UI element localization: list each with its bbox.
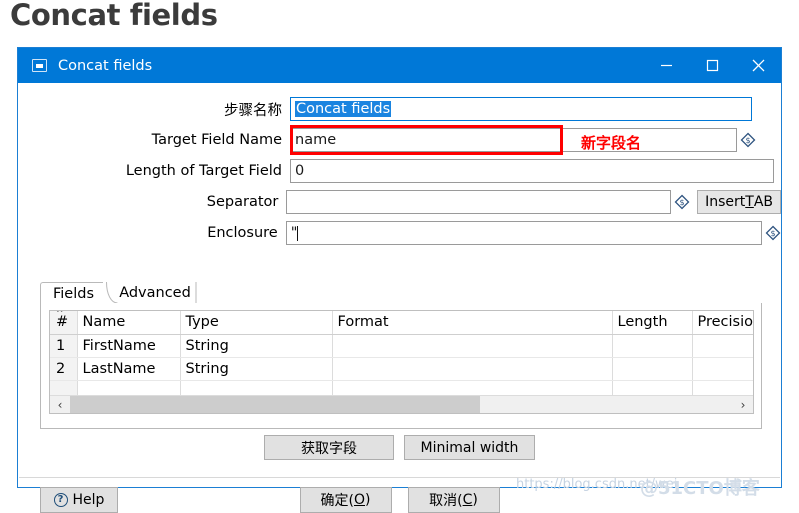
column-header-name[interactable]: Name: [77, 311, 181, 335]
cell-precision[interactable]: [692, 357, 753, 381]
text-caret: [297, 225, 299, 241]
scrollbar-track[interactable]: [70, 396, 733, 413]
close-icon: [752, 59, 764, 72]
cell-format[interactable]: [332, 334, 613, 358]
column-header-index[interactable]: ^ #: [50, 311, 78, 335]
dialog-titlebar: Concat fields: [18, 48, 781, 83]
tab-advanced-label: Advanced: [119, 285, 191, 301]
cancel-mnemonic: C: [462, 492, 473, 508]
separator-input[interactable]: [286, 190, 672, 214]
ok-mnemonic: O: [353, 492, 366, 508]
scroll-left-icon[interactable]: ‹: [50, 396, 70, 413]
concat-fields-dialog: Concat fields 步骤名称 Concat fields Target …: [17, 47, 782, 513]
tab-fields-label: Fields: [52, 285, 95, 302]
cell-length[interactable]: [612, 357, 693, 381]
dialog-title: Concat fields: [58, 57, 153, 74]
tab-fields[interactable]: Fields: [40, 282, 106, 304]
svg-text:$: $: [680, 198, 685, 207]
tab-panel-fields: ^# Name Type Format Length Precision 1: [40, 303, 762, 429]
fields-table-element: ^# Name Type Format Length Precision 1: [50, 311, 753, 404]
minimize-icon: [660, 64, 672, 67]
insert-tab-mnemonic: T: [745, 194, 754, 210]
annotation-label: 新字段名: [581, 134, 642, 152]
cancel-label-pre: 取消(: [429, 493, 463, 509]
tab-folder: Fields Advanced ^ # Name Type Format Len…: [40, 282, 762, 429]
table-action-buttons: 获取字段 Minimal width: [18, 435, 781, 460]
footer-divider: [19, 477, 780, 478]
ok-label-pre: 确定(: [320, 493, 354, 509]
form-row-separator: Separator $ Insert T AB: [18, 189, 781, 215]
dialog-body: 步骤名称 Concat fields Target Field Name nam…: [18, 83, 781, 513]
variable-icon[interactable]: $: [674, 194, 690, 210]
variable-icon[interactable]: $: [765, 225, 781, 241]
column-header-length[interactable]: Length: [612, 311, 693, 335]
insert-tab-label-pre: Insert: [705, 194, 746, 210]
step-name-input[interactable]: Concat fields: [290, 97, 752, 121]
cancel-button[interactable]: 取消(C): [407, 487, 500, 513]
sort-caret-icon: ^: [56, 311, 64, 319]
target-field-name-value: name: [295, 132, 337, 148]
enclosure-label: Enclosure: [207, 225, 278, 241]
insert-tab-button[interactable]: Insert T AB: [697, 190, 781, 214]
maximize-button[interactable]: [689, 48, 735, 83]
enclosure-value: ": [290, 225, 298, 241]
minimize-button[interactable]: [643, 48, 689, 83]
ok-button[interactable]: 确定(O): [299, 487, 392, 513]
variable-icon[interactable]: $: [740, 132, 756, 148]
horizontal-scrollbar[interactable]: ‹ ›: [50, 395, 753, 413]
ok-label-post: ): [365, 492, 371, 508]
cancel-label-post: ): [472, 492, 478, 508]
column-header-format[interactable]: Format: [332, 311, 613, 335]
maximize-icon: [706, 59, 718, 72]
target-field-name-input[interactable]: name: [290, 128, 737, 152]
step-name-label: 步骤名称: [224, 102, 282, 119]
get-fields-button[interactable]: 获取字段: [264, 435, 394, 460]
fields-table[interactable]: ^# Name Type Format Length Precision 1: [49, 310, 754, 414]
form-row-step-name: 步骤名称 Concat fields: [18, 96, 781, 122]
tab-curve-left: [102, 282, 118, 304]
tab-advanced[interactable]: Advanced: [112, 282, 198, 304]
cell-index: 2: [50, 357, 78, 381]
scrollbar-thumb[interactable]: [70, 396, 480, 413]
tab-strip: Fields Advanced: [40, 282, 762, 304]
enclosure-input[interactable]: ": [285, 221, 762, 245]
step-name-value: Concat fields: [295, 101, 392, 117]
close-button[interactable]: [735, 48, 781, 83]
window-restore-icon: [32, 59, 47, 72]
window-controls: [643, 48, 781, 83]
tab-curve-right: [195, 282, 209, 304]
separator-label: Separator: [206, 194, 279, 210]
cell-name[interactable]: FirstName: [77, 334, 181, 358]
cell-type[interactable]: String: [180, 357, 333, 381]
cell-index: 1: [50, 334, 78, 358]
cell-format[interactable]: [332, 357, 613, 381]
length-of-target-field-input[interactable]: 0: [290, 159, 774, 183]
cell-length[interactable]: [612, 334, 693, 358]
column-header-type[interactable]: Type: [180, 311, 333, 335]
target-field-name-label: Target Field Name: [151, 132, 282, 148]
length-of-target-field-value: 0: [295, 163, 305, 179]
column-header-precision[interactable]: Precision: [692, 311, 753, 335]
scroll-right-icon[interactable]: ›: [733, 396, 753, 413]
dialog-action-buttons: 确定(O) 取消(C): [18, 487, 781, 513]
table-row[interactable]: 1 FirstName String: [50, 334, 753, 358]
cell-precision[interactable]: [692, 334, 753, 358]
table-header-row: ^# Name Type Format Length Precision: [50, 311, 753, 335]
insert-tab-label-post: AB: [753, 194, 774, 210]
form-row-enclosure: Enclosure " $: [18, 220, 781, 246]
cell-name[interactable]: LastName: [77, 357, 181, 381]
svg-text:$: $: [745, 136, 750, 145]
page-title: Concat fields: [10, 0, 218, 32]
svg-text:$: $: [770, 229, 775, 238]
form-row-length-of-target-field: Length of Target Field 0: [18, 158, 781, 184]
cell-type[interactable]: String: [180, 334, 333, 358]
minimal-width-button[interactable]: Minimal width: [404, 435, 535, 460]
length-of-target-field-label: Length of Target Field: [125, 163, 282, 179]
form-row-target-field-name: Target Field Name name $: [18, 127, 781, 153]
table-row[interactable]: 2 LastName String: [50, 357, 753, 381]
